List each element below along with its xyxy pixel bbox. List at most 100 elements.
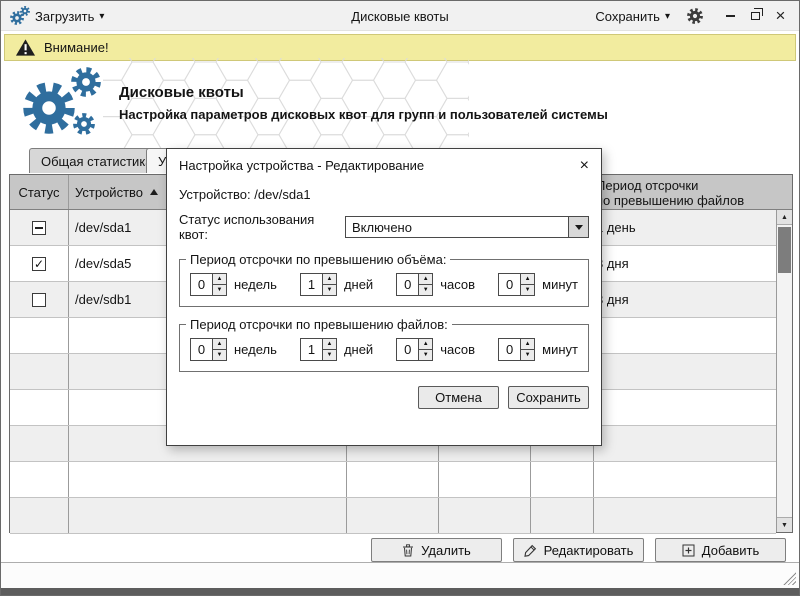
tab-general-statistics[interactable]: Общая статистика bbox=[29, 148, 165, 173]
minutes-label: минут bbox=[542, 277, 578, 292]
device-settings-dialog: Настройка устройства - Редактирование × … bbox=[166, 148, 602, 446]
chevron-down-icon: ▾ bbox=[664, 10, 670, 22]
volume-hours-spinner[interactable]: 0 ▲ ▼ bbox=[396, 273, 434, 296]
spin-up-icon[interactable]: ▲ bbox=[521, 339, 535, 350]
dialog-cancel-button[interactable]: Отмена bbox=[418, 386, 499, 409]
hours-label: часов bbox=[440, 342, 476, 357]
volume-minutes-spinner[interactable]: 0 ▲ ▼ bbox=[498, 273, 536, 296]
spin-up-icon[interactable]: ▲ bbox=[322, 274, 336, 285]
app-window: Загрузить ▾ Дисковые квоты Сохранить ▾ ×… bbox=[0, 0, 800, 596]
quota-status-value: Включено bbox=[352, 219, 412, 235]
row-checkbox[interactable] bbox=[32, 256, 46, 271]
spin-down-icon[interactable]: ▼ bbox=[521, 350, 535, 360]
cell bbox=[10, 426, 69, 461]
spin-down-icon[interactable]: ▼ bbox=[419, 350, 433, 360]
spin-down-icon[interactable]: ▼ bbox=[419, 285, 433, 295]
row-checkbox[interactable] bbox=[32, 292, 46, 307]
table-row-empty bbox=[10, 462, 776, 498]
cell-status bbox=[10, 210, 69, 245]
volume-grace-group: Период отсрочки по превышению объёма: 0 … bbox=[179, 252, 589, 307]
row-checkbox[interactable] bbox=[32, 220, 46, 235]
table-actions: Удалить Редактировать Добавить bbox=[371, 538, 786, 562]
cell bbox=[439, 462, 531, 497]
cell bbox=[594, 498, 776, 533]
volume-grace-legend: Период отсрочки по превышению объёма: bbox=[190, 252, 447, 267]
scroll-up-button[interactable]: ▲ bbox=[777, 210, 792, 225]
cell bbox=[10, 318, 69, 353]
load-menu-button[interactable]: Загрузить ▾ bbox=[35, 1, 104, 31]
spin-down-icon[interactable]: ▼ bbox=[322, 350, 336, 360]
spin-down-icon[interactable]: ▼ bbox=[213, 285, 226, 295]
table-row-empty bbox=[10, 498, 776, 534]
cell bbox=[594, 426, 776, 461]
volume-weeks-spinner[interactable]: 0 ▲ ▼ bbox=[190, 273, 227, 296]
combo-dropdown-button[interactable] bbox=[568, 217, 588, 237]
plus-icon bbox=[682, 544, 695, 556]
spin-up-icon[interactable]: ▲ bbox=[419, 339, 433, 350]
minimize-button[interactable] bbox=[718, 1, 743, 31]
cell bbox=[594, 390, 776, 425]
dialog-title: Настройка устройства - Редактирование bbox=[179, 158, 425, 173]
cell bbox=[594, 318, 776, 353]
cell-grace-files: 3 дня bbox=[596, 292, 629, 307]
chevron-down-icon bbox=[574, 224, 583, 230]
add-button[interactable]: Добавить bbox=[655, 538, 786, 562]
cell-status bbox=[10, 246, 69, 281]
column-header-status[interactable]: Статус bbox=[10, 175, 69, 209]
delete-button[interactable]: Удалить bbox=[371, 538, 502, 562]
save-menu-button[interactable]: Сохранить ▾ bbox=[595, 1, 670, 31]
cell bbox=[10, 498, 69, 533]
files-hours-spinner[interactable]: 0 ▲ ▼ bbox=[396, 338, 434, 361]
settings-gear-icon[interactable] bbox=[686, 7, 704, 25]
load-menu-label: Загрузить bbox=[35, 8, 95, 24]
files-weeks-spinner[interactable]: 0 ▲ ▼ bbox=[190, 338, 227, 361]
resize-grip[interactable] bbox=[783, 572, 796, 585]
spin-up-icon[interactable]: ▲ bbox=[419, 274, 433, 285]
warning-banner: Внимание! bbox=[4, 34, 796, 61]
chevron-down-icon: ▾ bbox=[99, 10, 105, 22]
quota-status-select[interactable]: Включено bbox=[345, 216, 589, 238]
spin-up-icon[interactable]: ▲ bbox=[213, 274, 226, 285]
pencil-icon bbox=[523, 544, 536, 557]
maximize-button[interactable] bbox=[743, 1, 768, 31]
files-minutes-spinner[interactable]: 0 ▲ ▼ bbox=[498, 338, 536, 361]
sort-indicator-icon bbox=[150, 189, 159, 195]
minimize-icon bbox=[726, 15, 735, 17]
spin-up-icon[interactable]: ▲ bbox=[213, 339, 226, 350]
edit-button[interactable]: Редактировать bbox=[513, 538, 644, 562]
trash-icon bbox=[403, 543, 414, 556]
warning-icon bbox=[15, 39, 36, 56]
cell-grace-files: 3 дня bbox=[596, 256, 629, 271]
spin-down-icon[interactable]: ▼ bbox=[213, 350, 226, 360]
scrollbar-thumb[interactable] bbox=[778, 227, 791, 273]
maximize-icon bbox=[751, 8, 763, 20]
vertical-scrollbar[interactable]: ▲ ▼ bbox=[776, 210, 792, 532]
cell bbox=[347, 462, 439, 497]
cell-grace-files: 1 день bbox=[596, 220, 636, 235]
close-button[interactable]: × bbox=[768, 1, 793, 31]
cell bbox=[69, 498, 347, 533]
volume-days-spinner[interactable]: 1 ▲ ▼ bbox=[299, 273, 337, 296]
dialog-close-icon[interactable]: × bbox=[580, 157, 589, 173]
cell bbox=[594, 462, 776, 497]
column-header-grace-files[interactable]: Период отсрочки по превышению файлов bbox=[594, 175, 792, 209]
spin-up-icon[interactable]: ▲ bbox=[322, 339, 336, 350]
hours-label: часов bbox=[440, 277, 476, 292]
files-grace-legend: Период отсрочки по превышению файлов: bbox=[190, 317, 448, 332]
cell bbox=[531, 462, 594, 497]
cell bbox=[10, 462, 69, 497]
cell bbox=[10, 354, 69, 389]
page-title: Дисковые квоты bbox=[119, 84, 244, 101]
minutes-label: минут bbox=[542, 342, 578, 357]
scroll-down-button[interactable]: ▼ bbox=[777, 517, 792, 532]
dialog-save-button[interactable]: Сохранить bbox=[508, 386, 589, 409]
cell-status bbox=[10, 282, 69, 317]
spin-up-icon[interactable]: ▲ bbox=[521, 274, 535, 285]
window-title: Дисковые квоты bbox=[351, 8, 449, 24]
spin-down-icon[interactable]: ▼ bbox=[322, 285, 336, 295]
warning-text: Внимание! bbox=[44, 40, 109, 55]
window-bottom-edge bbox=[1, 588, 799, 595]
spin-down-icon[interactable]: ▼ bbox=[521, 285, 535, 295]
hexagon-pattern bbox=[103, 58, 469, 152]
files-days-spinner[interactable]: 1 ▲ ▼ bbox=[299, 338, 337, 361]
